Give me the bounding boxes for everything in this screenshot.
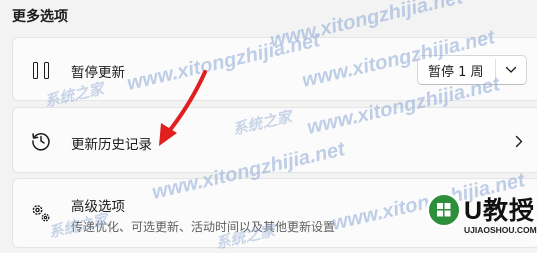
chevron-down-icon[interactable] xyxy=(496,56,526,84)
pause-updates-label: 暂停更新 xyxy=(71,65,125,81)
advanced-options-card[interactable]: 高级选项 传递优化、可选更新、活动时间以及其他更新设置 xyxy=(12,178,537,248)
pause-duration-value: 暂停 1 周 xyxy=(428,64,484,80)
section-title: 更多选项 xyxy=(12,9,68,25)
pause-updates-card: 暂停更新 暂停 1 周 xyxy=(12,37,537,101)
gear-icon xyxy=(29,201,53,225)
update-history-card[interactable]: 更新历史记录 xyxy=(12,107,537,173)
update-history-label: 更新历史记录 xyxy=(71,137,152,153)
advanced-options-description: 传递优化、可选更新、活动时间以及其他更新设置 xyxy=(71,220,336,234)
pause-duration-dropdown[interactable]: 暂停 1 周 xyxy=(417,55,527,85)
advanced-options-label: 高级选项 xyxy=(71,199,125,215)
chevron-right-icon[interactable] xyxy=(513,133,525,149)
history-icon xyxy=(29,129,53,153)
pause-icon xyxy=(29,58,53,82)
